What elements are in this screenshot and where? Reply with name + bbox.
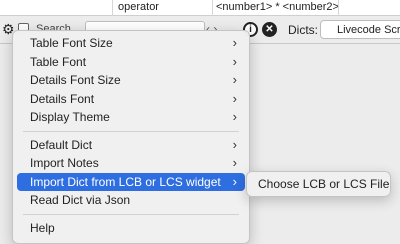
chevron-right-icon: › [232,53,237,69]
menu-item-label: Display Theme [30,110,110,124]
settings-menu: Table Font Size › Table Font › Details F… [12,30,250,244]
chevron-right-icon: › [232,35,237,50]
menu-item-import-dict[interactable]: Import Dict from LCB or LCS widget › [17,172,245,191]
menu-separator [23,213,239,215]
table-cell-expression: <number1> * <number2> [216,1,339,13]
menu-item-label: Import Dict from LCB or LCS widget [30,174,221,189]
menu-item-table-font-size[interactable]: Table Font Size › [17,34,245,53]
chevron-right-icon: › [232,136,237,152]
chevron-right-icon: › [232,109,237,124]
import-dict-submenu: Choose LCB or LCS File [246,171,391,197]
menu-item-label: Help [30,220,55,235]
menu-item-display-theme[interactable]: Display Theme › [17,108,245,127]
menu-separator [23,130,239,132]
menu-item-label: Details Font [30,91,95,106]
column-divider [112,0,113,16]
chevron-right-icon: › [232,90,237,106]
table-cell-operator: operator [118,1,159,13]
menu-item-help[interactable]: Help [17,219,245,238]
menu-item-import-notes[interactable]: Import Notes › [17,154,245,173]
menu-item-label: Default Dict [30,137,93,152]
menu-item-label: Read Dict via Json [30,193,131,207]
close-icon[interactable]: ✕ [262,22,277,37]
menu-item-label: Table Font [30,54,87,69]
chevron-right-icon: › [232,72,237,87]
menu-item-read-dict-json[interactable]: Read Dict via Json [17,191,245,210]
column-divider [338,0,339,16]
chevron-right-icon: › [232,155,237,170]
submenu-item-choose-file[interactable]: Choose LCB or LCS File [258,177,389,191]
menu-item-label: Table Font Size [30,36,113,50]
dicts-label: Dicts: [288,23,318,37]
menu-item-default-dict[interactable]: Default Dict › [17,136,245,155]
menu-item-details-font-size[interactable]: Details Font Size › [17,71,245,90]
column-divider [212,0,213,16]
menu-item-table-font[interactable]: Table Font › [17,53,245,72]
chevron-right-icon: › [232,173,237,189]
table-row[interactable]: operator <number1> * <number2> [0,0,400,16]
menu-item-details-font[interactable]: Details Font › [17,90,245,109]
menu-item-label: Import Notes [30,156,99,170]
menu-item-label: Details Font Size [30,73,121,87]
dicts-select[interactable]: Livecode Script [320,20,400,39]
dicts-select-value: Livecode Script [337,24,400,36]
